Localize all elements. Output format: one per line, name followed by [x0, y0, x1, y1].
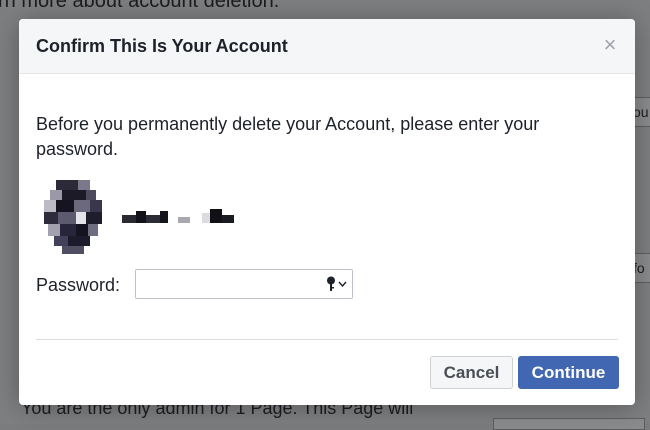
- key-icon[interactable]: [326, 276, 336, 292]
- close-icon[interactable]: ×: [601, 34, 619, 56]
- confirm-account-dialog: Confirm This Is Your Account × Before yo…: [19, 19, 635, 405]
- password-input[interactable]: [136, 270, 318, 296]
- cancel-button[interactable]: Cancel: [430, 356, 513, 389]
- password-label: Password:: [36, 275, 121, 295]
- dialog-title: Confirm This Is Your Account: [36, 36, 288, 56]
- dialog-header: Confirm This Is Your Account ×: [19, 19, 635, 74]
- avatar: [44, 180, 102, 254]
- account-name: [122, 209, 234, 223]
- instruction-text: Before you permanently delete your Accou…: [36, 114, 540, 159]
- chevron-down-icon[interactable]: [338, 281, 347, 287]
- background-link-text: rn more about account deletion.: [0, 0, 280, 12]
- password-field-wrapper: [135, 269, 353, 299]
- continue-button[interactable]: Continue: [518, 356, 619, 389]
- background-field: [493, 418, 645, 430]
- footer-divider: [36, 339, 618, 340]
